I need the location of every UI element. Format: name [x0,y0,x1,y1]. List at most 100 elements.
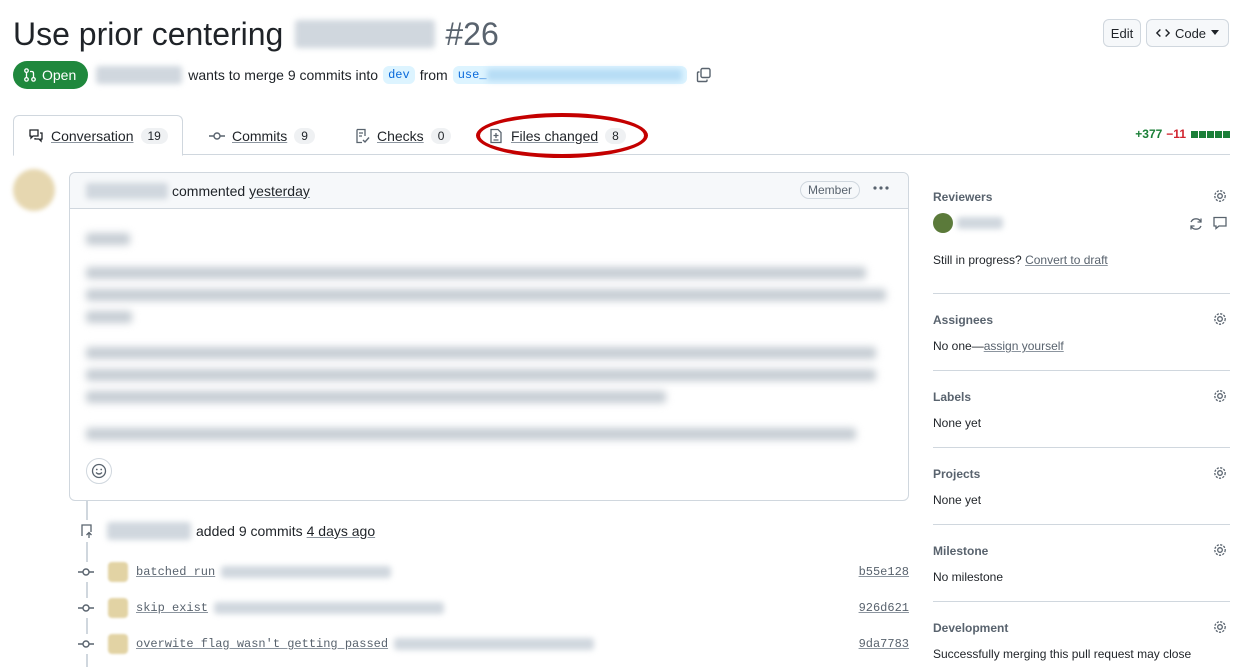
commit-sha[interactable]: b55e128 [859,565,909,579]
redacted-author[interactable] [107,522,191,540]
comment-icon[interactable] [1212,215,1228,231]
commit-message[interactable]: batched run [136,565,215,579]
redacted-body-line [86,369,876,381]
pr-title-row: Use prior centering #26 [13,12,499,56]
sidebar-divider [933,601,1230,602]
event-time[interactable]: 4 days ago [307,523,376,539]
assignees-title: Assignees [933,313,994,327]
sync-icon[interactable] [1188,216,1204,232]
redacted-commit-text [221,566,392,578]
sidebar-divider [933,524,1230,525]
merge-text: wants to merge 9 commits into [188,67,379,83]
diffstat-deletions: −11 [1166,127,1186,141]
redacted-reviewer[interactable] [957,217,1003,229]
checklist-icon [354,128,370,144]
projects-value: None yet [933,493,982,507]
sidebar-divider [933,447,1230,448]
redacted-author[interactable] [86,182,168,199]
status-badge: Open [13,61,89,89]
assignees-none-text: No one— [933,339,984,353]
commit-row: overwite flag wasn't getting passed 9da7… [76,632,909,656]
redacted-body-line [86,391,666,403]
triangle-down-icon [1211,30,1220,36]
sidebar-reviewers: Reviewers Still in progress? Convert to … [933,186,1230,276]
commit-message[interactable]: overwite flag wasn't getting passed [136,637,388,651]
comment-discussion-icon [28,128,44,144]
member-badge: Member [799,181,860,199]
redacted-author[interactable] [96,66,183,84]
target-branch[interactable]: dev [383,66,415,84]
labels-value: None yet [933,416,982,430]
diffstat-additions: +377 [1135,127,1163,141]
add-reaction-button[interactable] [86,458,112,484]
sidebar-divider [933,293,1230,294]
status-label: Open [42,67,77,83]
diffstat: +377 −11 [1135,127,1230,141]
assignees-value: No one—assign yourself [933,339,1064,353]
convert-to-draft-link[interactable]: Convert to draft [1025,253,1108,267]
redacted-title-part [295,20,436,48]
reviewer-avatar[interactable] [933,213,953,233]
tab-commits-count: 9 [294,127,315,144]
development-title: Development [933,621,1009,635]
git-commit-icon [209,128,225,144]
gear-icon[interactable] [1212,388,1228,404]
assign-yourself-link[interactable]: assign yourself [984,339,1064,353]
git-commit-icon [76,598,96,618]
commit-sha[interactable]: 9da7783 [859,637,909,651]
edit-button-label: Edit [1110,25,1134,41]
redacted-body-line [86,289,886,301]
commit-message[interactable]: skip exist [136,601,208,615]
edit-button[interactable]: Edit [1103,19,1141,47]
kebab-horizontal-icon[interactable] [872,179,890,197]
sidebar-divider [933,370,1230,371]
commit-row: batched run b55e128 [76,560,909,584]
commit-avatar[interactable] [108,562,128,582]
gear-icon[interactable] [1212,311,1228,327]
gear-icon[interactable] [1212,188,1228,204]
git-pull-request-icon [23,68,37,82]
milestone-title: Milestone [933,544,989,558]
comment-time[interactable]: yesterday [249,183,310,199]
copy-icon[interactable] [696,67,712,83]
gear-icon[interactable] [1212,465,1228,481]
repo-push-icon [76,520,98,542]
projects-title: Projects [933,467,981,481]
code-button[interactable]: Code [1146,19,1229,47]
timeline-event: added 9 commits 4 days ago [76,520,375,542]
sidebar-development: Development Successfully merging this pu… [933,617,1230,667]
code-icon [1155,26,1170,40]
reviewers-title: Reviewers [933,190,993,204]
redacted-body-line [86,347,876,359]
pr-state-row: Open wants to merge 9 commits into dev f… [13,61,712,89]
from-text: from [419,67,448,83]
diffstat-bar [1190,127,1230,141]
redacted-branch-name [486,68,682,81]
tab-conversation-count: 19 [140,127,168,144]
tab-checks-count: 0 [430,127,452,144]
draft-prompt: Still in progress? Convert to draft [933,253,1108,267]
commit-row: skip exist 926d621 [76,596,909,620]
sidebar-milestone: Milestone No milestone [933,540,1230,590]
sidebar-labels: Labels None yet [933,386,1230,436]
tab-conversation[interactable]: Conversation 19 [13,115,183,156]
comment-box: commented yesterday Member [69,172,909,501]
source-branch[interactable]: use_ [452,66,687,84]
gear-icon[interactable] [1212,542,1228,558]
labels-title: Labels [933,390,972,404]
sidebar-assignees: Assignees No one—assign yourself [933,309,1230,359]
gear-icon[interactable] [1212,619,1228,635]
tab-commits[interactable]: Commits 9 [195,115,329,156]
source-branch-prefix: use_ [457,68,487,82]
commit-sha[interactable]: 926d621 [859,601,909,615]
redacted-body-line [86,233,130,245]
avatar[interactable] [13,169,55,211]
tab-commits-label: Commits [232,127,288,144]
tab-checks[interactable]: Checks 0 [340,115,465,156]
commit-avatar[interactable] [108,598,128,618]
code-button-label: Code [1174,25,1207,41]
comment-header: commented yesterday [70,173,908,209]
commit-avatar[interactable] [108,634,128,654]
redacted-commit-text [394,638,595,650]
comment-action: commented [172,182,246,199]
